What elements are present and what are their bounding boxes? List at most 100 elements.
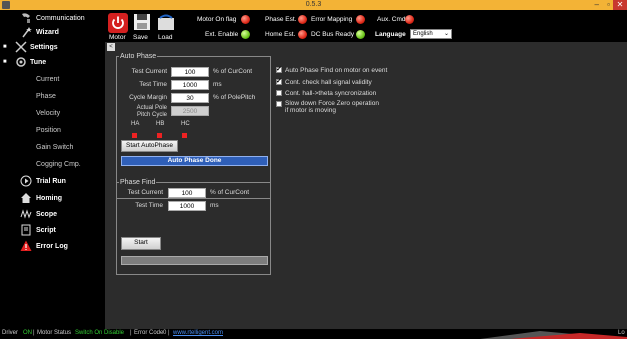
sidebar-item-label: Velocity bbox=[36, 110, 61, 117]
sidebar-item-cogging-cmp[interactable]: Cogging Cmp. bbox=[0, 158, 105, 172]
sidebar-item-error-log[interactable]: Error Log bbox=[0, 240, 105, 254]
hall-a-led bbox=[132, 133, 137, 138]
language-value: English bbox=[413, 31, 433, 37]
close-button[interactable]: ✕ bbox=[613, 0, 627, 10]
ext-enable-label: Ext. Enable bbox=[205, 31, 239, 38]
home-est-led bbox=[298, 30, 307, 39]
sidebar-item-label: Current bbox=[36, 76, 60, 83]
hall-c-label: HC bbox=[181, 121, 190, 127]
dc-bus-ready-led bbox=[356, 30, 365, 39]
chevron-down-icon: ⌄ bbox=[443, 31, 449, 37]
motor-on-flag-label: Motor On flag bbox=[197, 16, 237, 23]
save-button[interactable]: Save bbox=[133, 34, 148, 41]
power-icon[interactable] bbox=[108, 13, 128, 33]
hall-validity-label: Cont. check hall signal validity bbox=[285, 79, 372, 86]
sidebar-item-velocity[interactable]: Velocity bbox=[0, 107, 105, 121]
script-icon bbox=[21, 224, 31, 236]
load-button[interactable]: Load bbox=[158, 34, 172, 41]
sidebar-item-label: Script bbox=[36, 227, 56, 234]
sidebar: Communication Wizard ■ Settings ■ Tune C… bbox=[0, 10, 105, 329]
warning-icon bbox=[20, 240, 32, 251]
save-icon[interactable] bbox=[133, 13, 151, 31]
sidebar-item-tune[interactable]: ■ Tune bbox=[0, 56, 105, 70]
sidebar-item-current[interactable]: Current bbox=[0, 73, 105, 87]
minimize-button[interactable]: – bbox=[595, 0, 599, 9]
language-select[interactable]: English ⌄ bbox=[410, 29, 452, 39]
hall-theta-sync-label: Cont. hall->theta syncronization bbox=[285, 90, 377, 97]
test-time-input[interactable]: 1000 bbox=[171, 80, 209, 90]
play-icon bbox=[20, 175, 32, 187]
auto-phase-on-motor-checkbox[interactable] bbox=[276, 65, 282, 73]
expand-marker[interactable]: ■ bbox=[3, 59, 7, 65]
brand-stripe bbox=[480, 331, 627, 339]
sidebar-item-scope[interactable]: Scope bbox=[0, 208, 105, 222]
phase-est-led bbox=[298, 15, 307, 24]
sidebar-item-label: Homing bbox=[36, 195, 63, 202]
settings-icon bbox=[15, 41, 27, 53]
home-icon bbox=[21, 193, 31, 203]
phase-find-progress bbox=[121, 256, 268, 265]
slow-down-force-zero-checkbox[interactable] bbox=[276, 101, 282, 107]
scope-icon bbox=[20, 209, 32, 219]
hall-validity-checkbox[interactable] bbox=[276, 77, 282, 85]
sidebar-item-label: Phase bbox=[36, 93, 56, 100]
sidebar-item-communication[interactable]: Communication bbox=[0, 12, 105, 26]
window-title: 0.5.3 bbox=[305, 1, 322, 8]
test-time-unit: ms bbox=[213, 81, 222, 88]
hall-theta-sync-checkbox[interactable] bbox=[276, 90, 282, 96]
error-mapping-label: Error Mapping bbox=[311, 16, 353, 23]
tune-icon bbox=[16, 57, 26, 67]
sidebar-item-gain-switch[interactable]: Gain Switch bbox=[0, 141, 105, 155]
aux-cmd-label: Aux. Cmd. bbox=[377, 16, 408, 23]
status-bar: Driver ON | Motor Status Switch On Disab… bbox=[0, 329, 627, 339]
slow-down-force-zero-label: Slow down Force Zero operation bbox=[285, 100, 379, 107]
maximize-button[interactable]: ▫ bbox=[607, 0, 610, 9]
sidebar-item-trial-run[interactable]: Trial Run bbox=[0, 175, 105, 189]
sidebar-item-label: Wizard bbox=[36, 29, 59, 36]
auto-phase-on-motor-label: Auto Phase Find on motor on event bbox=[285, 67, 388, 74]
motor-status-label: Motor Status bbox=[37, 330, 72, 336]
pf-test-current-input[interactable]: 100 bbox=[168, 188, 206, 198]
test-current-label: Test Current bbox=[131, 68, 167, 75]
load-icon[interactable] bbox=[157, 13, 175, 31]
auto-phase-legend: Auto Phase bbox=[120, 53, 157, 60]
communication-icon bbox=[22, 13, 30, 23]
title-bar: 0.5.3 – ▫ ✕ bbox=[0, 0, 627, 10]
start-autophase-button[interactable]: Start AutoPhase bbox=[121, 140, 178, 152]
aux-cmd-led bbox=[405, 15, 414, 24]
sidebar-item-label: Communication bbox=[36, 15, 85, 22]
website-link[interactable]: www.rtelligent.com bbox=[173, 330, 223, 336]
motor-on-flag-led bbox=[241, 15, 250, 24]
sidebar-item-label: Trial Run bbox=[36, 178, 66, 185]
error-code-label: Error Code bbox=[134, 330, 164, 336]
pf-test-current-unit: % of CurCont bbox=[210, 189, 250, 196]
test-current-input[interactable]: 100 bbox=[171, 67, 209, 77]
sidebar-item-label: Gain Switch bbox=[36, 144, 74, 151]
pf-test-time-input[interactable]: 1000 bbox=[168, 201, 206, 211]
status-separator-1: | bbox=[33, 330, 35, 336]
status-right-text: Lo bbox=[618, 330, 625, 336]
auto-phase-status: Auto Phase Done bbox=[121, 156, 268, 166]
expand-marker[interactable]: ■ bbox=[3, 44, 7, 50]
collapse-sidebar-button[interactable]: < bbox=[107, 43, 115, 51]
sidebar-item-position[interactable]: Position bbox=[0, 124, 105, 138]
sidebar-item-script[interactable]: Script bbox=[0, 224, 105, 238]
hall-c-led bbox=[182, 133, 187, 138]
driver-label: Driver bbox=[2, 330, 18, 336]
error-mapping-led bbox=[356, 15, 365, 24]
phase-find-start-button[interactable]: Start bbox=[121, 237, 161, 250]
sidebar-item-homing[interactable]: Homing bbox=[0, 192, 105, 206]
dc-bus-ready-label: DC Bus Ready bbox=[311, 31, 354, 38]
sidebar-item-label: Tune bbox=[30, 59, 47, 66]
status-separator-3: | bbox=[168, 330, 170, 336]
cycle-margin-input[interactable]: 30 bbox=[171, 93, 209, 103]
sidebar-item-label: Cogging Cmp. bbox=[36, 161, 81, 168]
actual-pole-pitch-input: 2500 bbox=[171, 106, 209, 116]
home-est-label: Home Est. bbox=[265, 31, 296, 38]
slow-down-force-zero-label-2: if motor is moving bbox=[285, 107, 336, 114]
wizard-icon bbox=[22, 27, 32, 38]
sidebar-item-wizard[interactable]: Wizard bbox=[0, 26, 105, 40]
sidebar-item-phase[interactable]: Phase bbox=[0, 90, 105, 104]
sidebar-item-settings[interactable]: ■ Settings bbox=[0, 41, 105, 55]
language-label: Language bbox=[375, 31, 406, 38]
